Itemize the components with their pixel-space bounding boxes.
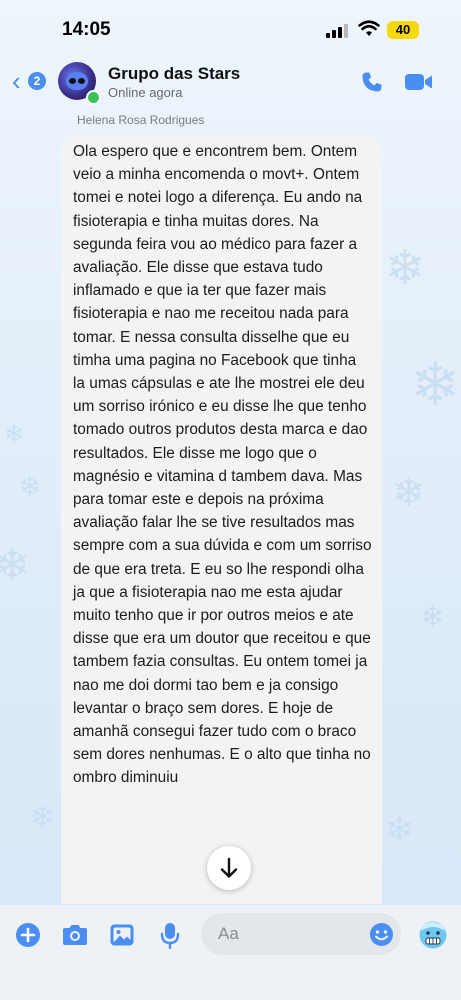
chat-title[interactable]: Grupo das Stars <box>108 64 240 84</box>
microphone-icon[interactable] <box>160 922 180 949</box>
status-bar: 14:05 40 <box>0 0 461 60</box>
snowflake-decoration: ❄ <box>385 810 414 850</box>
battery-indicator: 40 <box>387 21 419 39</box>
message-text: Ola espero que e encontrem bem. Ontem ve… <box>73 143 372 787</box>
snowflake-decoration: ❄ <box>0 540 31 591</box>
snowflake-decoration: ❄ <box>410 350 461 420</box>
unread-badge[interactable]: 2 <box>28 72 46 90</box>
snowflake-decoration: ❄ <box>385 240 426 296</box>
emoji-icon[interactable] <box>369 922 394 947</box>
scroll-to-bottom-button[interactable] <box>207 846 251 890</box>
gallery-icon[interactable] <box>109 923 135 947</box>
message-sender-name: Helena Rosa Rodrigues <box>77 113 205 127</box>
chat-header: ‹ 2 Grupo das Stars Online agora <box>0 56 461 108</box>
message-input-placeholder: Aa <box>218 924 239 943</box>
snowflake-decoration: ❄ <box>30 800 56 835</box>
freezing-face-emoji-icon[interactable] <box>418 920 448 950</box>
snowflake-decoration: ❄ <box>392 470 426 516</box>
message-bubble[interactable]: Ola espero que e encontrem bem. Ontem ve… <box>61 134 382 904</box>
cellular-signal-icon <box>326 24 348 38</box>
plus-icon[interactable] <box>15 922 41 948</box>
video-camera-icon[interactable] <box>404 72 434 92</box>
wifi-icon <box>358 20 380 36</box>
status-time: 14:05 <box>62 19 111 40</box>
snowflake-decoration: ❄ <box>4 420 25 448</box>
snowflake-decoration: ❄ <box>420 600 446 635</box>
phone-icon[interactable] <box>360 70 384 94</box>
back-chevron-icon[interactable]: ‹ <box>12 68 21 94</box>
snowflake-decoration: ❄ <box>18 470 42 503</box>
arrow-down-icon <box>220 857 238 878</box>
message-composer: Aa <box>0 905 461 1000</box>
presence-status: Online agora <box>108 85 183 100</box>
online-status-dot <box>86 90 101 105</box>
camera-icon[interactable] <box>61 924 89 946</box>
